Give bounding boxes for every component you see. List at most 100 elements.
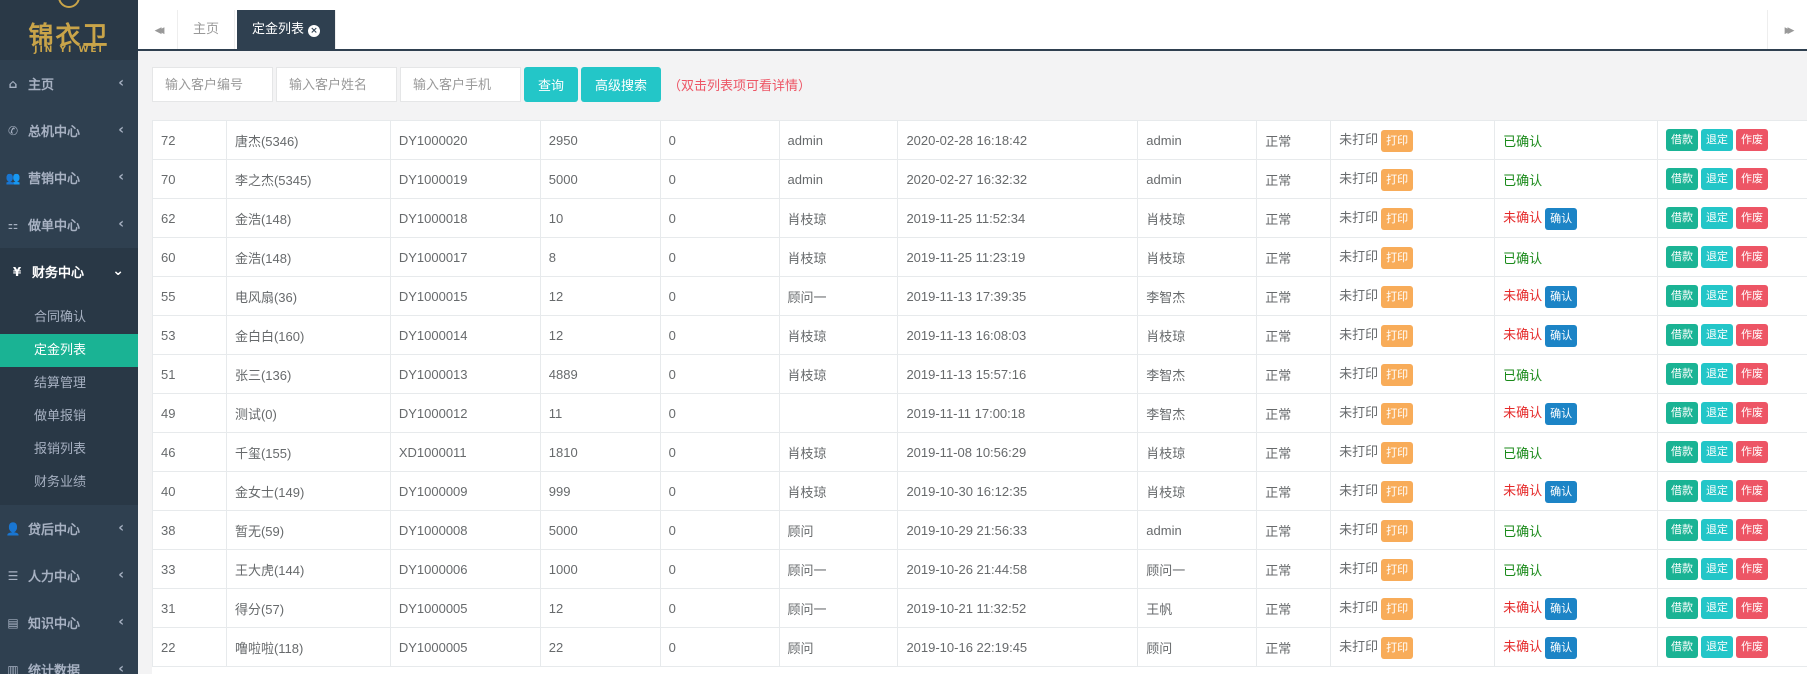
loan-button[interactable]: 借款 [1665,324,1698,346]
print-button[interactable]: 打印 [1381,480,1414,503]
print-button[interactable]: 打印 [1381,363,1414,386]
loan-button[interactable]: 借款 [1665,207,1698,229]
loan-button[interactable]: 借款 [1665,129,1698,151]
refund-button[interactable]: 退定 [1700,324,1733,346]
loan-button[interactable]: 借款 [1665,480,1698,502]
refund-button[interactable]: 退定 [1700,636,1733,658]
void-button[interactable]: 作废 [1735,480,1768,502]
refund-button[interactable]: 退定 [1700,480,1733,502]
table-row[interactable]: 55 电风扇(36) DY1000015 12 0 顾问一 2019-11-13 17:39… [152,276,1807,316]
tab-home[interactable]: 主页 [178,10,236,49]
loan-button[interactable]: 借款 [1665,363,1698,385]
void-button[interactable]: 作废 [1735,597,1768,619]
void-button[interactable]: 作废 [1735,168,1768,190]
sidebar-item-2[interactable]: 👥 营销中心 ‹ [0,154,138,201]
table-row[interactable]: 62 金浩(148) DY1000018 10 0 肖枝琼 2019-11-25 11:52… [152,198,1807,238]
print-button[interactable]: 打印 [1381,597,1414,620]
void-button[interactable]: 作废 [1735,207,1768,229]
submenu-item-0[interactable]: 合同确认 [0,301,138,334]
refund-button[interactable]: 退定 [1700,207,1733,229]
print-button[interactable]: 打印 [1381,519,1414,542]
refund-button[interactable]: 退定 [1700,558,1733,580]
refund-button[interactable]: 退定 [1700,441,1733,463]
tabs-prev-button[interactable]: ◀◀ [138,10,178,49]
refund-button[interactable]: 退定 [1700,168,1733,190]
confirm-button[interactable]: 确认 [1545,402,1578,425]
table-row[interactable]: 33 王大虎(144) DY1000006 1000 0 顾问一 2019-10-26 21… [152,549,1807,589]
sidebar-item-6[interactable]: ☰ 人力中心 ‹ [0,552,138,599]
customer-name-input[interactable] [276,66,397,102]
submenu-item-5[interactable]: 财务业绩 [0,466,138,499]
print-button[interactable]: 打印 [1381,558,1414,581]
print-button[interactable]: 打印 [1381,285,1414,308]
loan-button[interactable]: 借款 [1665,285,1698,307]
confirm-button[interactable]: 确认 [1545,207,1578,230]
loan-button[interactable]: 借款 [1665,558,1698,580]
confirm-button[interactable]: 确认 [1545,285,1578,308]
refund-button[interactable]: 退定 [1700,402,1733,424]
table-row[interactable]: 70 李之杰(5345) DY1000019 5000 0 admin 2020-02-27… [152,159,1807,199]
tab-deposit-list[interactable]: 定金列表 × [237,10,337,49]
table-row[interactable]: 49 测试(0) DY1000012 11 0 2019-11-11 17:00:18 李智… [152,393,1807,433]
loan-button[interactable]: 借款 [1665,519,1698,541]
sidebar-item-8[interactable]: ▥ 统计数据 ‹ [0,646,138,674]
void-button[interactable]: 作废 [1735,324,1768,346]
table-row[interactable]: 51 张三(136) DY1000013 4889 0 肖枝琼 2019-11-13 15:… [152,354,1807,394]
void-button[interactable]: 作废 [1735,558,1768,580]
submenu-item-1[interactable]: 定金列表 [0,334,138,367]
customer-no-input[interactable] [152,66,273,102]
sidebar-item-0[interactable]: ⌂ 主页 ‹ [0,60,138,107]
loan-button[interactable]: 借款 [1665,597,1698,619]
sidebar-item-7[interactable]: ▤ 知识中心 ‹ [0,599,138,646]
confirm-button[interactable]: 确认 [1545,636,1578,659]
loan-button[interactable]: 借款 [1665,168,1698,190]
refund-button[interactable]: 退定 [1700,246,1733,268]
void-button[interactable]: 作废 [1735,402,1768,424]
refund-button[interactable]: 退定 [1700,129,1733,151]
submenu-item-3[interactable]: 做单报销 [0,400,138,433]
print-button[interactable]: 打印 [1381,207,1414,230]
confirm-button[interactable]: 确认 [1545,597,1578,620]
table-row[interactable]: 31 得分(57) DY1000005 12 0 顾问一 2019-10-21 11:32:… [152,588,1807,628]
table-row[interactable]: 22 噜啦啦(118) DY1000005 22 0 顾问 2019-10-16 22:19… [152,627,1807,667]
loan-button[interactable]: 借款 [1665,402,1698,424]
sidebar-item-4[interactable]: ¥ 财务中心 ⌄ [0,248,138,295]
print-button[interactable]: 打印 [1381,441,1414,464]
void-button[interactable]: 作废 [1735,441,1768,463]
print-button[interactable]: 打印 [1381,636,1414,659]
query-button[interactable]: 查询 [524,66,579,102]
table-row[interactable]: 46 千玺(155) XD1000011 1810 0 肖枝琼 2019-11-08 10:… [152,432,1807,472]
customer-phone-input[interactable] [400,66,521,102]
table-row[interactable]: 40 金女士(149) DY1000009 999 0 肖枝琼 2019-10-30 16:… [152,471,1807,511]
tabs-next-button[interactable]: ▶▶ [1767,10,1807,49]
refund-button[interactable]: 退定 [1700,597,1733,619]
print-button[interactable]: 打印 [1381,324,1414,347]
void-button[interactable]: 作废 [1735,363,1768,385]
table-row[interactable]: 72 唐杰(5346) DY1000020 2950 0 admin 2020-02-28 … [152,120,1807,160]
close-icon[interactable]: × [308,25,321,37]
submenu-item-4[interactable]: 报销列表 [0,433,138,466]
print-button[interactable]: 打印 [1381,402,1414,425]
void-button[interactable]: 作废 [1735,246,1768,268]
table-row[interactable]: 60 金浩(148) DY1000017 8 0 肖枝琼 2019-11-25 11:23:… [152,237,1807,277]
print-button[interactable]: 打印 [1381,246,1414,269]
refund-button[interactable]: 退定 [1700,363,1733,385]
void-button[interactable]: 作废 [1735,636,1768,658]
void-button[interactable]: 作废 [1735,519,1768,541]
void-button[interactable]: 作废 [1735,129,1768,151]
table-row[interactable]: 53 金白白(160) DY1000014 12 0 肖枝琼 2019-11-13 16:0… [152,315,1807,355]
sidebar-item-5[interactable]: 👤 贷后中心 ‹ [0,505,138,552]
advanced-search-button[interactable]: 高级搜索 [581,66,662,102]
print-button[interactable]: 打印 [1381,168,1414,191]
sidebar-item-1[interactable]: ✆ 总机中心 ‹ [0,107,138,154]
confirm-button[interactable]: 确认 [1545,324,1578,347]
refund-button[interactable]: 退定 [1700,519,1733,541]
confirm-button[interactable]: 确认 [1545,480,1578,503]
print-button[interactable]: 打印 [1381,129,1414,152]
loan-button[interactable]: 借款 [1665,636,1698,658]
loan-button[interactable]: 借款 [1665,246,1698,268]
refund-button[interactable]: 退定 [1700,285,1733,307]
submenu-item-2[interactable]: 结算管理 [0,367,138,400]
void-button[interactable]: 作废 [1735,285,1768,307]
loan-button[interactable]: 借款 [1665,441,1698,463]
